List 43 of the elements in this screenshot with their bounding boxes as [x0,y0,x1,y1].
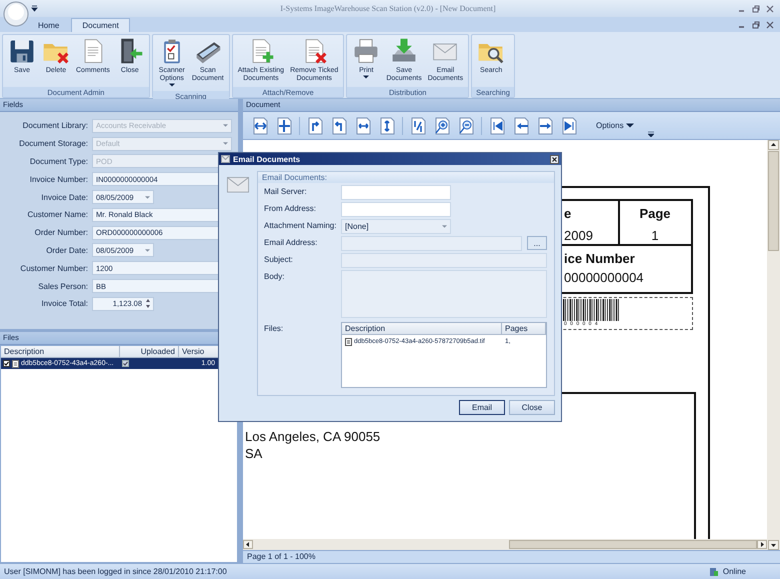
window-title: I-Systems ImageWarehouse Scan Station (v2.0) - [New Document] [279,4,497,13]
field-label: From Address: [264,203,318,213]
column-header[interactable]: Description [1,346,120,357]
field-label: Customer Number: [19,264,89,273]
field-label: Body: [264,271,286,281]
ribbon-tab[interactable]: Document [71,18,130,32]
cell-label: Page [638,206,672,221]
dialog-button[interactable]: Email [459,400,505,415]
field-label: Subject: [264,254,294,264]
dropdown-field[interactable]: [None] [341,219,451,234]
field-label: Document Type: [28,156,89,166]
address-line: SA [245,446,262,461]
cell-value: 00000000004 [564,270,644,285]
field-label: Files: [264,323,284,333]
status-message: User [SIMONM] has been logged in since 28/01/2010 21:17:00 [4,567,228,576]
field-label: Mail Server: [264,186,308,196]
address-line: Los Angeles, CA 90055 [245,429,380,444]
field-label: Order Date: [45,246,89,255]
field-label: Email Address: [264,237,318,247]
cell-label: e [564,206,572,221]
field-label: Order Number: [34,228,89,238]
options-menu-button[interactable]: Options [590,120,640,131]
cell-label: ice Number [564,251,635,266]
field-label: Invoice Number: [28,174,89,184]
column-header[interactable]: Description [342,323,502,334]
ribbon-tab[interactable]: Home [28,18,70,32]
dialog-button[interactable]: Close [509,400,555,415]
field-label: Invoice Date: [40,192,89,202]
page-status: Page 1 of 1 - 100% [243,550,780,563]
field-label: Document Storage: [18,139,89,148]
connection-status: Online [722,567,746,576]
field-label: Attachment Naming: [264,220,338,230]
column-header[interactable]: Pages [502,323,546,334]
group-title: Email Documents: [258,172,554,183]
field-label: Document Library: [22,121,89,130]
field-label: Sales Person: [37,282,89,291]
field-label: Invoice Total: [40,299,89,308]
cell-value: 2009 [564,228,593,243]
cell-value: 1 [650,228,660,243]
field-label: Customer Name: [26,210,89,220]
column-header[interactable]: Uploaded [120,346,179,357]
browse-button[interactable]: ... [527,236,547,250]
dialog-title: Email Documents [233,154,302,164]
